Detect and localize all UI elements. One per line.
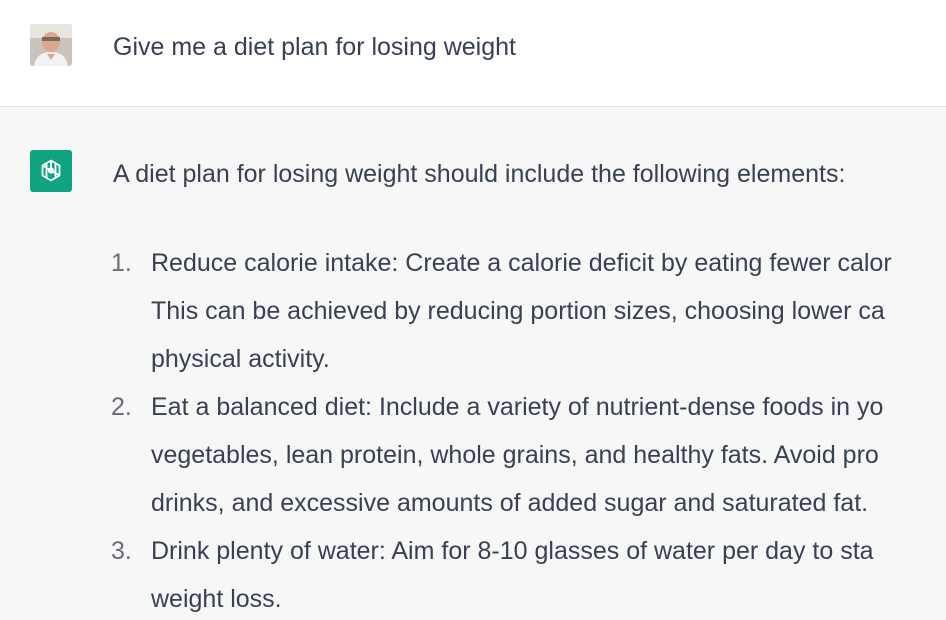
list-item-line: physical activity. bbox=[151, 345, 330, 373]
list-item: 1. Reduce calorie intake: Create a calor… bbox=[0, 239, 946, 383]
user-message-row: Give me a diet plan for losing weight bbox=[0, 0, 946, 107]
user-avatar-photo bbox=[30, 24, 72, 66]
assistant-message-row: A diet plan for losing weight should inc… bbox=[0, 107, 946, 620]
list-item-number: 2. bbox=[111, 393, 132, 421]
list-item-number: 1. bbox=[111, 249, 132, 277]
user-avatar bbox=[30, 24, 72, 66]
list-item-line: weight loss. bbox=[151, 585, 282, 613]
diet-plan-list: 1. Reduce calorie intake: Create a calor… bbox=[0, 239, 946, 620]
user-message-text: Give me a diet plan for losing weight bbox=[113, 33, 516, 61]
list-item-line: Reduce calorie intake: Create a calorie … bbox=[151, 249, 892, 277]
list-item-line: drinks, and excessive amounts of added s… bbox=[151, 489, 869, 517]
assistant-intro-text: A diet plan for losing weight should inc… bbox=[113, 160, 846, 188]
list-item-line: Eat a balanced diet: Include a variety o… bbox=[151, 393, 884, 421]
list-item: 2. Eat a balanced diet: Include a variet… bbox=[0, 383, 946, 527]
list-item-line: Drink plenty of water: Aim for 8-10 glas… bbox=[151, 537, 874, 565]
list-item: 3. Drink plenty of water: Aim for 8-10 g… bbox=[0, 527, 946, 620]
openai-logo-icon bbox=[30, 150, 72, 192]
list-item-line: vegetables, lean protein, whole grains, … bbox=[151, 441, 879, 469]
list-item-line: This can be achieved by reducing portion… bbox=[151, 297, 885, 325]
chat-page: Give me a diet plan for losing weight A … bbox=[0, 0, 946, 620]
openai-logo-glyph bbox=[41, 159, 61, 182]
list-item-number: 3. bbox=[111, 537, 132, 565]
